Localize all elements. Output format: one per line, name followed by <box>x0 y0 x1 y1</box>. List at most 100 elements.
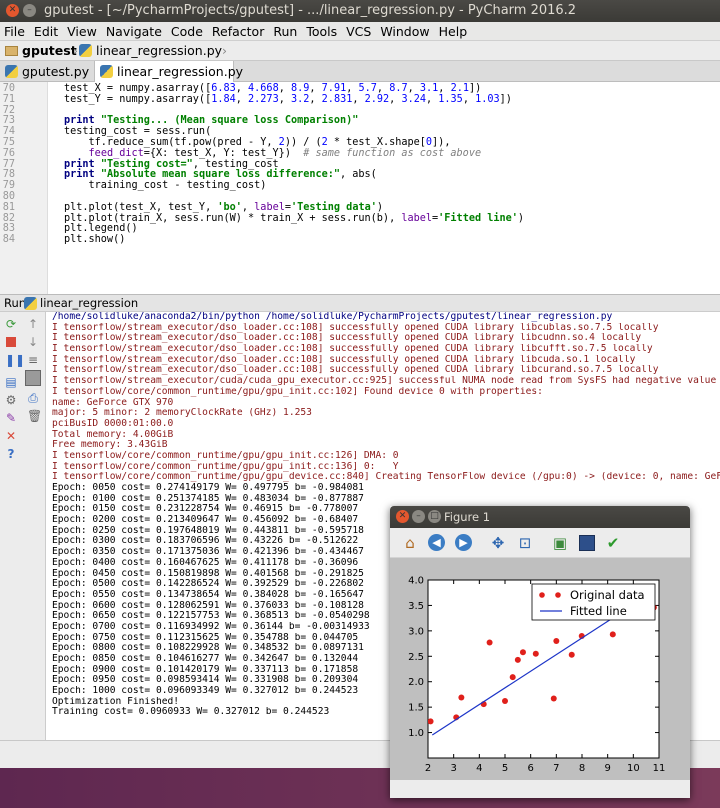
editor-tabs: gputest.py ✕ linear_regression.py ✕ <box>0 61 720 100</box>
minimize-window-icon[interactable]: – <box>23 4 36 17</box>
menu-help[interactable]: Help <box>435 22 473 41</box>
data-point <box>519 649 526 656</box>
console-line: Epoch: 0100 cost= 0.251374185 W= 0.48303… <box>52 493 364 504</box>
figure-toolbar: ⌂ ◀ ▶ ✥ ⊡ ▣ ✔ <box>390 528 690 558</box>
y-tick-label: 3.5 <box>408 601 424 612</box>
line-number: 71 <box>2 93 15 105</box>
console-line: I tensorflow/stream_executor/dso_loader.… <box>52 365 659 376</box>
run-tool-header: Run linear_regression <box>0 294 720 312</box>
chart[interactable]: 2 3 4 5 6 7 8 9 10 11 1.0 1.5 2.0 2.5 3.0 3.5 4.0 Origina… <box>390 558 690 780</box>
rerun-icon[interactable]: ⟳ <box>5 318 17 330</box>
code-line[interactable]: 84 plt.show() <box>0 234 720 246</box>
minimize-window-icon[interactable]: – <box>412 510 425 523</box>
figure-window[interactable]: ✕ – □ Figure 1 ⌂ ◀ ▶ ✥ ⊡ ▣ ✔ 2 3 4 5 6 7 8 9 10 1… <box>390 506 690 798</box>
menu-view[interactable]: View <box>63 22 102 41</box>
soft-wrap-icon[interactable]: ≡ <box>27 354 39 366</box>
menu-run[interactable]: Run <box>269 22 302 41</box>
close-window-icon[interactable]: ✕ <box>6 4 19 17</box>
y-tick-label: 2.0 <box>408 677 424 688</box>
menu-vcs[interactable]: VCS <box>342 22 376 41</box>
x-tick-label: 9 <box>604 763 610 774</box>
menu-navigate[interactable]: Navigate <box>102 22 167 41</box>
window-titlebar: ✕ – gputest - [~/PycharmProjects/gputest… <box>0 0 720 22</box>
x-tick-label: 3 <box>450 763 456 774</box>
forward-icon[interactable]: ▶ <box>454 533 474 553</box>
maximize-window-icon[interactable]: □ <box>428 510 441 523</box>
subplots-icon[interactable]: ▣ <box>550 533 570 553</box>
breadcrumb-file[interactable]: linear_regression.py <box>96 41 222 61</box>
figure-titlebar: ✕ – □ Figure 1 <box>390 506 690 528</box>
pause-icon[interactable]: ❚❚ <box>5 354 25 366</box>
data-point <box>502 698 508 705</box>
console-line: I tensorflow/stream_executor/dso_loader.… <box>52 354 636 365</box>
close-run-icon[interactable]: ✕ <box>5 430 17 442</box>
console-line: I tensorflow/core/common_runtime/gpu/gpu… <box>52 461 399 472</box>
menu-code[interactable]: Code <box>167 22 208 41</box>
console-line: I tensorflow/core/common_runtime/gpu/gpu… <box>52 450 399 461</box>
tab-label: linear_regression.py <box>117 64 244 79</box>
y-tick-label: 2.5 <box>408 652 424 663</box>
console-line: I tensorflow/core/common_runtime/gpu/gpu… <box>52 472 720 483</box>
check-icon[interactable]: ✔ <box>603 533 623 553</box>
y-tick-label: 1.5 <box>408 703 424 714</box>
pin-icon[interactable]: ✎ <box>5 412 17 424</box>
line-number: 81 <box>2 201 15 213</box>
zoom-icon[interactable]: ⊡ <box>515 533 535 553</box>
settings-icon[interactable]: ⚙ <box>5 394 17 406</box>
console-line: I tensorflow/stream_executor/dso_loader.… <box>52 322 659 333</box>
breadcrumb-separator: › <box>222 43 227 58</box>
menu-file[interactable]: File <box>0 22 30 41</box>
code-text[interactable]: plt.plot(test_X, test_Y, 'bo', label='Te… <box>64 202 383 214</box>
scroll-down-icon[interactable]: ↓ <box>27 336 39 348</box>
help-icon[interactable]: ? <box>5 448 17 460</box>
home-icon[interactable]: ⌂ <box>400 533 420 553</box>
save-icon[interactable] <box>577 533 597 553</box>
layout-icon[interactable]: ▤ <box>5 376 17 388</box>
x-tick-label: 4 <box>476 763 482 774</box>
code-editor[interactable]: 70 test_X = numpy.asarray([6.83, 4.668, 8… <box>0 82 720 294</box>
code-line[interactable]: 71 test_Y = numpy.asarray([1.84, 2.273, 3… <box>0 93 720 106</box>
close-window-icon[interactable]: ✕ <box>396 510 409 523</box>
menu-edit[interactable]: Edit <box>30 22 63 41</box>
legend-point-marker <box>539 592 545 598</box>
data-point <box>509 674 516 681</box>
tab-gputest[interactable]: gputest.py ✕ <box>0 61 94 100</box>
legend-label: Original data <box>570 588 645 602</box>
stop-icon[interactable] <box>5 336 17 348</box>
code-text[interactable]: test_Y = numpy.asarray([1.84, 2.273, 3.2… <box>64 94 512 106</box>
x-tick-label: 5 <box>502 763 508 774</box>
console-line: pciBusID 0000:01:00.0 <box>52 418 174 429</box>
back-icon[interactable]: ◀ <box>427 533 447 553</box>
tab-linear-regression[interactable]: linear_regression.py ✕ <box>94 61 243 100</box>
code-line[interactable]: 81 plt.plot(test_X, test_Y, 'bo', label='… <box>0 201 720 214</box>
menu-tools[interactable]: Tools <box>302 22 342 41</box>
print-icon[interactable]: ⎙ <box>27 392 39 404</box>
console-line: I tensorflow/core/common_runtime/gpu/gpu… <box>52 386 543 397</box>
code-text[interactable]: plt.show() <box>64 234 125 246</box>
menu-refactor[interactable]: Refactor <box>208 22 269 41</box>
clear-all-icon[interactable]: 🗑 <box>27 410 42 422</box>
run-config-name[interactable]: linear_regression <box>40 295 138 312</box>
y-tick-label: 4.0 <box>408 576 424 587</box>
run-tab-label[interactable]: Run <box>4 295 26 312</box>
data-point <box>486 639 493 646</box>
x-tick-label: 7 <box>553 763 559 774</box>
console-line: I tensorflow/stream_executor/dso_loader.… <box>52 344 653 355</box>
code-line[interactable]: 79 training_cost - testing_cost) <box>0 180 720 192</box>
console-line: Epoch: 0050 cost= 0.274149179 W= 0.49779… <box>52 483 364 493</box>
console-line: I tensorflow/stream_executor/dso_loader.… <box>52 333 642 344</box>
breadcrumb-separator: › <box>73 43 78 58</box>
breadcrumb-project[interactable]: gputest <box>22 41 77 61</box>
code-text[interactable]: training_cost - testing_cost) <box>64 180 267 192</box>
pan-icon[interactable]: ✥ <box>488 533 508 553</box>
legend-point-marker <box>555 592 561 598</box>
scroll-to-end-icon[interactable] <box>25 370 41 386</box>
console-line: /home/solidluke/anaconda2/bin/python /ho… <box>52 312 613 322</box>
y-tick-label: 1.0 <box>408 728 424 739</box>
data-point <box>532 650 539 657</box>
scroll-up-icon[interactable]: ↑ <box>27 318 39 330</box>
code-area[interactable]: 70 test_X = numpy.asarray([6.83, 4.668, 8… <box>0 83 720 246</box>
y-tick-label: 3.0 <box>408 626 424 637</box>
figure-canvas[interactable]: 2 3 4 5 6 7 8 9 10 11 1.0 1.5 2.0 2.5 3.0 3.5 4.0 Origina… <box>390 558 690 780</box>
menu-window[interactable]: Window <box>376 22 434 41</box>
